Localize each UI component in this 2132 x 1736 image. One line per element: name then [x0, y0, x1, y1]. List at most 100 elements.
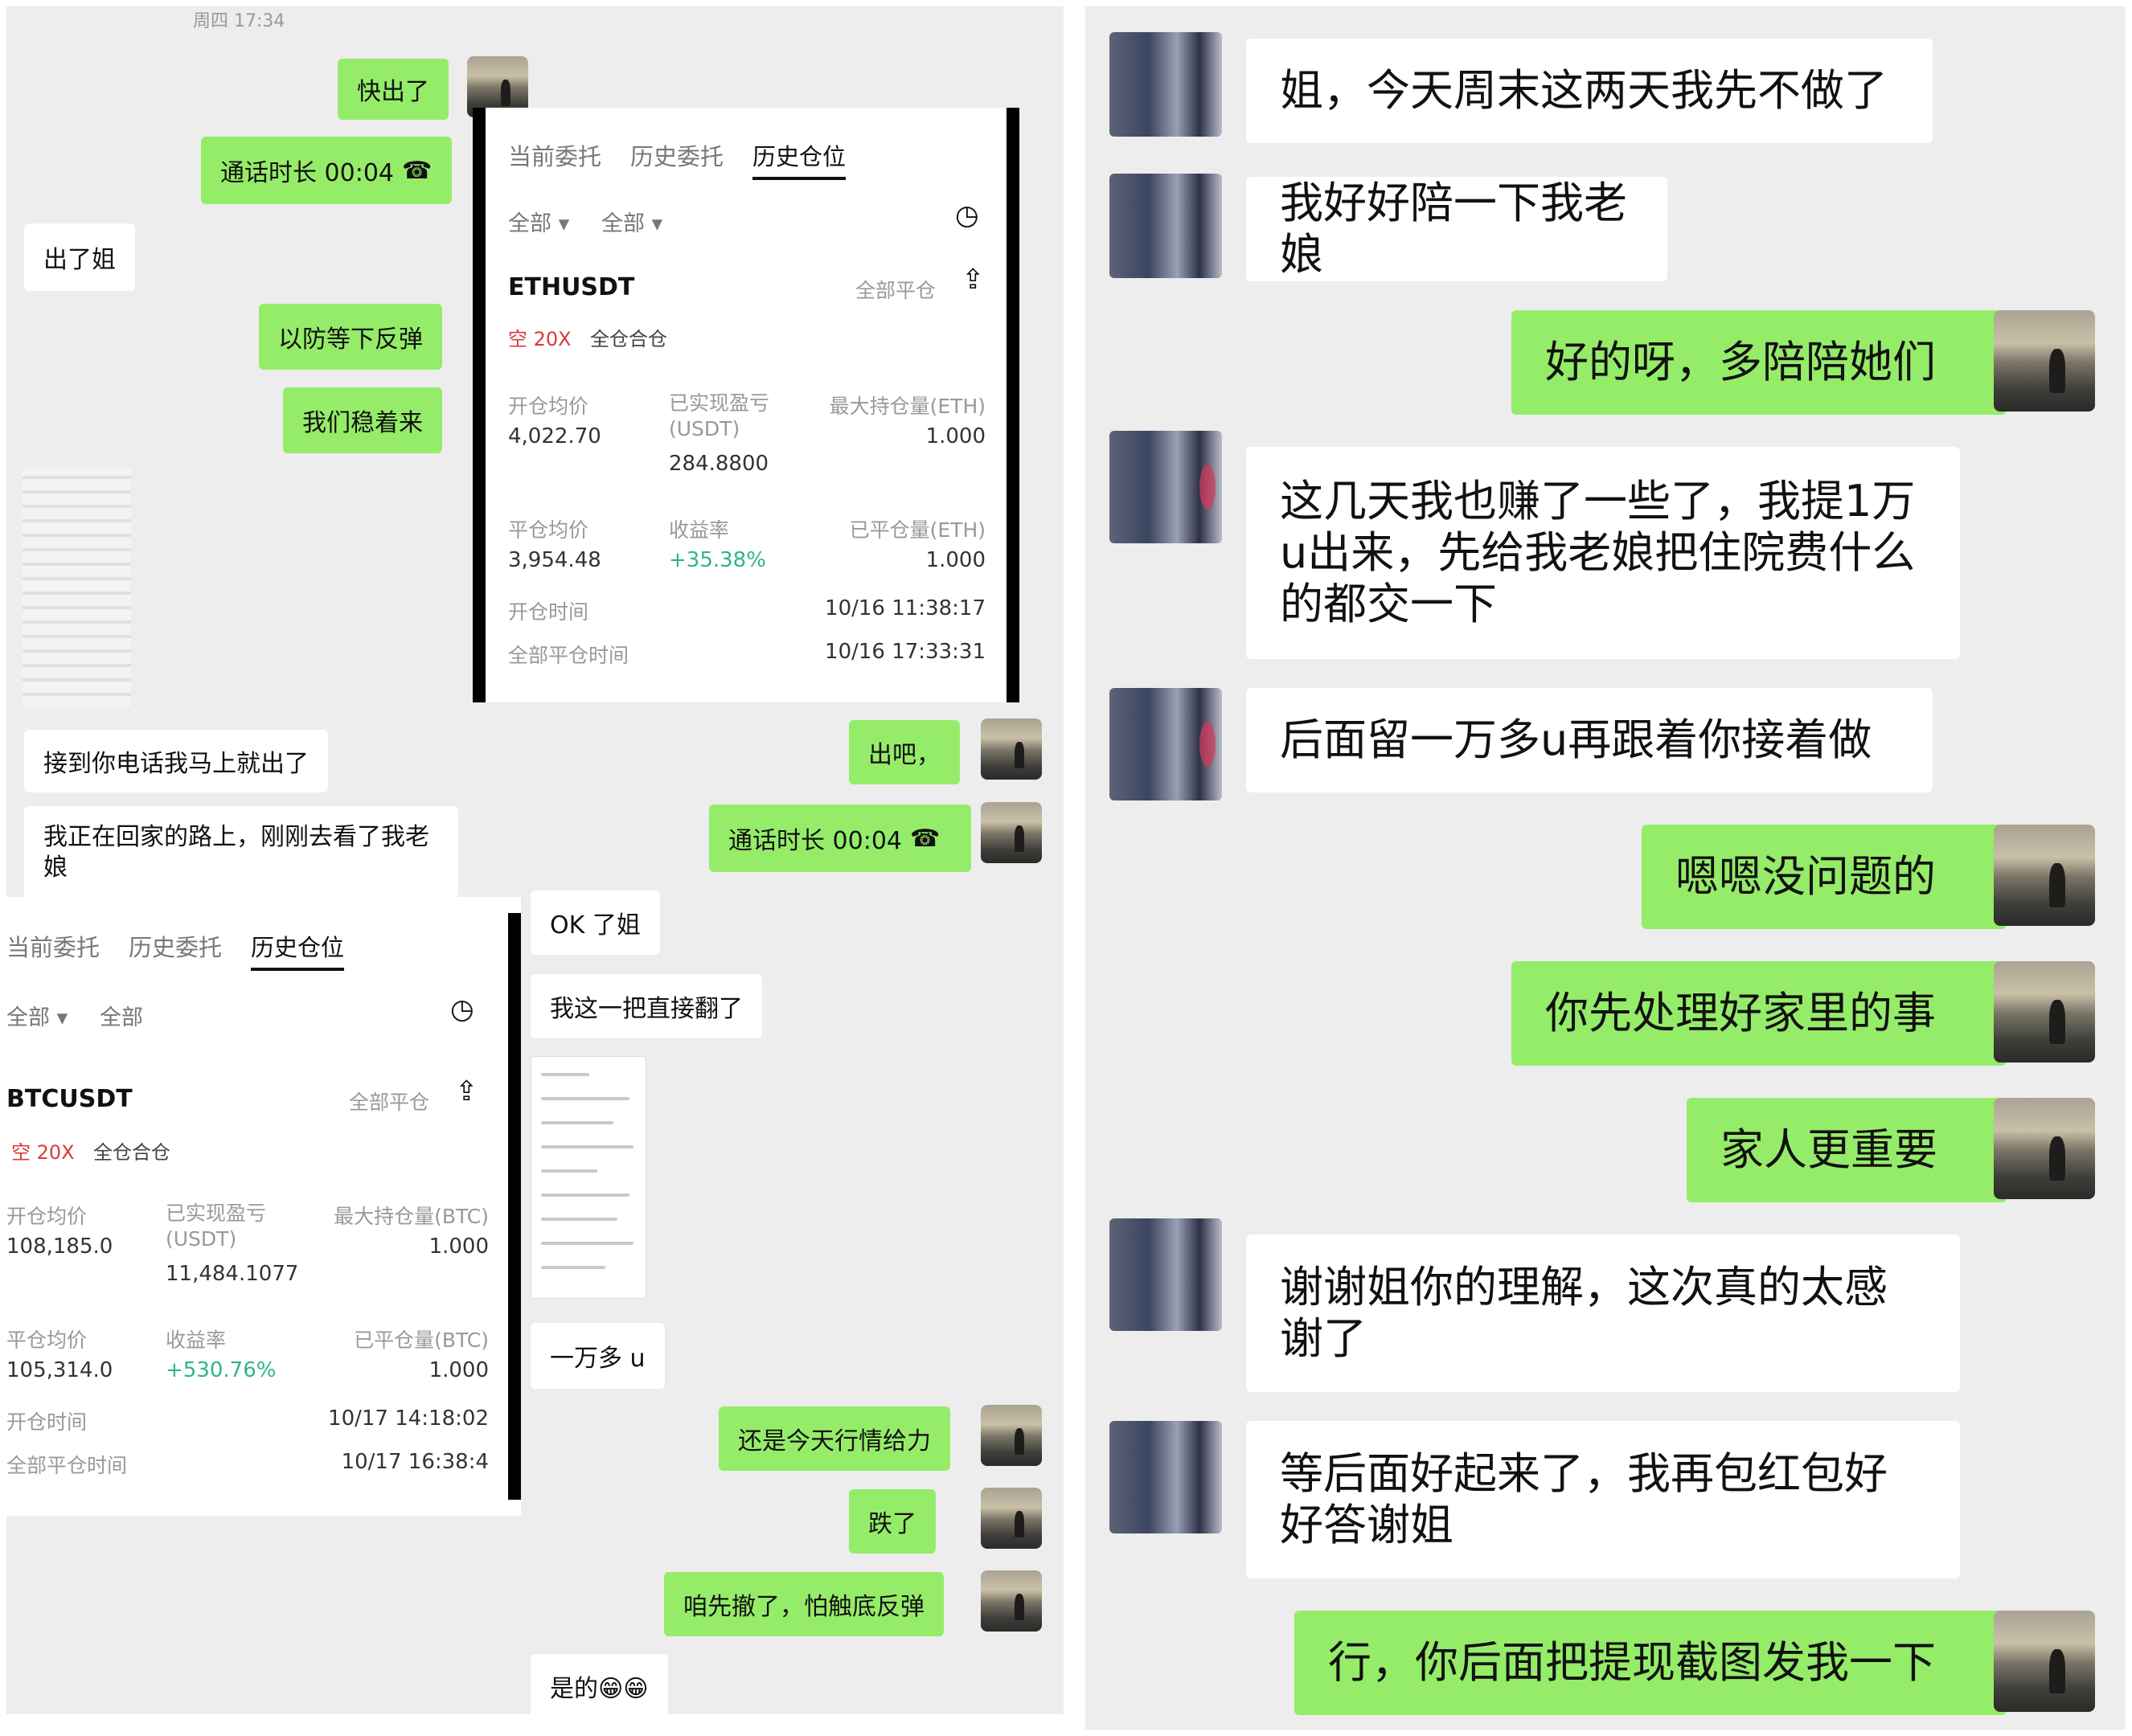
filter-dropdown[interactable]: 全部 ▾	[601, 206, 662, 237]
avatar[interactable]	[1994, 961, 2095, 1062]
card-border-right	[508, 913, 521, 1500]
blurred-image[interactable]	[23, 468, 131, 707]
blurred-avatar[interactable]	[1109, 1218, 1222, 1331]
btc-trade-history-card: 当前委托 历史委托 历史仓位 全部 ▾ 全部 ◷ BTCUSDT 全部平仓 ⇪ …	[6, 897, 521, 1516]
clock-icon[interactable]: ◷	[450, 993, 474, 1026]
message-bubble[interactable]: 嗯嗯没问题的	[1642, 825, 2007, 929]
eth-trade-history-card: 当前委托 历史委托 历史仓位 全部 ▾ 全部 ▾ ◷ ETHUSDT 全部平仓 …	[473, 108, 1019, 702]
card-border-right	[1007, 108, 1019, 702]
avatar[interactable]	[981, 719, 1042, 780]
field-label: 已实现盈亏 (USDT)	[669, 391, 770, 440]
field-label: 开仓均价	[508, 395, 589, 418]
chat-timestamp: 周四 17:34	[193, 11, 285, 31]
field-label: 最大持仓量(BTC)	[334, 1205, 489, 1228]
message-bubble[interactable]: OK 了姐	[531, 891, 660, 955]
field-label: 已平仓量(BTC)	[354, 1329, 489, 1352]
field-label: 已平仓量(ETH)	[849, 518, 986, 542]
field-value: 11,484.1077	[166, 1262, 299, 1286]
avatar[interactable]	[981, 1570, 1042, 1632]
filter-dropdown[interactable]: 全部 ▾	[6, 1000, 68, 1031]
message-bubble[interactable]: 我好好陪一下我老娘	[1246, 177, 1667, 281]
filter-dropdown[interactable]: 全部	[100, 1000, 143, 1031]
avatar[interactable]	[981, 802, 1042, 863]
field-value: 10/16 11:38:17	[825, 596, 986, 620]
message-bubble[interactable]: 这几天我也赚了一些了，我提1万u出来，先给我老娘把住院费什么的都交一下	[1246, 447, 1960, 659]
right-chat-panel: 姐，今天周末这两天我先不做了 我好好陪一下我老娘 好的呀，多陪陪她们 这几天我也…	[1085, 6, 2126, 1730]
message-bubble[interactable]: 出了姐	[24, 223, 135, 291]
message-text: 我正在回家的路上，刚刚去看了我老娘	[43, 823, 429, 882]
tab-current-orders[interactable]: 当前委托	[6, 929, 100, 963]
tab-current-orders[interactable]: 当前委托	[508, 138, 601, 172]
message-bubble[interactable]: 家人更重要	[1687, 1098, 2007, 1202]
field-label: 全部平仓时间	[6, 1454, 128, 1477]
clock-icon[interactable]: ◷	[955, 199, 979, 231]
message-text: 这几天我也赚了一些了，我提1万u出来，先给我老娘把住院费什么的都交一下	[1280, 476, 1916, 629]
message-bubble[interactable]: 姐，今天周末这两天我先不做了	[1246, 39, 1933, 143]
message-bubble[interactable]: 以防等下反弹	[259, 304, 442, 370]
message-bubble[interactable]: 出吧，	[849, 720, 960, 784]
message-bubble[interactable]: 我这一把直接翻了	[531, 974, 762, 1038]
tab-position-history[interactable]: 历史仓位	[752, 138, 846, 172]
avatar[interactable]	[1994, 1098, 2095, 1199]
avatar[interactable]	[981, 1488, 1042, 1549]
call-duration-text: 通话时长 00:04	[220, 159, 394, 187]
field-label: 平仓均价	[508, 518, 589, 542]
message-bubble[interactable]: 还是今天行情给力	[719, 1406, 950, 1471]
field-value: 1.000	[428, 1358, 489, 1382]
message-bubble[interactable]: 你先处理好家里的事	[1511, 961, 2007, 1066]
message-bubble[interactable]: 等后面好起来了，我再包红包好好答谢姐	[1246, 1421, 1960, 1578]
message-bubble[interactable]: 我正在回家的路上，刚刚去看了我老娘	[24, 806, 458, 899]
field-label: 已实现盈亏 (USDT)	[166, 1202, 267, 1251]
field-value: 105,314.0	[6, 1358, 113, 1382]
close-all-label[interactable]: 全部平仓	[855, 275, 936, 304]
blurred-avatar[interactable]	[1109, 1421, 1222, 1533]
call-duration-text: 通话时长 00:04	[728, 827, 902, 855]
message-bubble[interactable]: 接到你电话我马上就出了	[24, 730, 328, 792]
message-bubble[interactable]: 快出了	[338, 59, 449, 120]
blurred-avatar[interactable]	[1109, 32, 1222, 137]
position-mode-tag: 全仓合仓	[93, 1141, 170, 1164]
card-border-left	[473, 108, 486, 702]
message-bubble[interactable]: 是的😁😁	[531, 1654, 668, 1714]
avatar[interactable]	[981, 1405, 1042, 1466]
tab-position-history[interactable]: 历史仓位	[251, 929, 344, 963]
field-label: 开仓均价	[6, 1205, 88, 1228]
blurred-avatar[interactable]	[1109, 688, 1222, 800]
message-bubble[interactable]: 好的呀，多陪陪她们	[1511, 310, 2007, 415]
avatar[interactable]	[1994, 825, 2095, 926]
call-record-bubble[interactable]: 通话时长 00:04 ☎	[201, 137, 452, 204]
message-bubble[interactable]: 行，你后面把提现截图发我一下	[1294, 1611, 2007, 1715]
field-label: 收益率	[166, 1329, 227, 1352]
filter-dropdown[interactable]: 全部 ▾	[508, 206, 569, 237]
trade-symbol: BTCUSDT	[6, 1085, 133, 1113]
field-value: 10/16 17:33:31	[825, 640, 986, 664]
field-label: 最大持仓量(ETH)	[829, 395, 986, 418]
field-value: 3,954.48	[508, 548, 601, 572]
message-bubble[interactable]: 谢谢姐你的理解，这次真的太感谢了	[1246, 1234, 1960, 1392]
avatar[interactable]	[1994, 1611, 2095, 1712]
share-icon[interactable]: ⇪	[961, 264, 985, 296]
position-side-tag: 空 20X	[11, 1141, 75, 1164]
screenshot-thumbnail[interactable]	[531, 1056, 646, 1299]
field-value: 1.000	[428, 1234, 489, 1259]
tab-order-history[interactable]: 历史委托	[129, 929, 222, 963]
position-mode-tag: 全仓合仓	[590, 328, 667, 350]
tab-order-history[interactable]: 历史委托	[630, 138, 724, 172]
roi-value: +35.38%	[669, 548, 766, 572]
trade-symbol: ETHUSDT	[508, 273, 635, 301]
share-icon[interactable]: ⇪	[455, 1075, 478, 1108]
message-bubble[interactable]: 跌了	[849, 1489, 936, 1554]
close-all-label[interactable]: 全部平仓	[349, 1087, 429, 1116]
message-bubble[interactable]: 后面留一万多u再跟着你接着做	[1246, 688, 1933, 792]
left-chat-panel: 周四 17:34 快出了 通话时长 00:04 ☎ 出了姐 以防等下反弹 我们稳…	[6, 6, 1064, 1714]
blurred-avatar[interactable]	[1109, 431, 1222, 543]
message-bubble[interactable]: 我们稳着来	[283, 387, 442, 453]
avatar[interactable]	[1994, 310, 2095, 411]
field-value: 4,022.70	[508, 424, 601, 448]
message-bubble[interactable]: 咱先撤了，怕触底反弹	[664, 1572, 944, 1636]
field-value: 1.000	[925, 424, 986, 448]
blurred-avatar[interactable]	[1109, 174, 1222, 278]
message-bubble[interactable]: 一万多 u	[531, 1323, 665, 1389]
call-record-bubble[interactable]: 通话时长 00:04 ☎	[709, 805, 971, 872]
field-value: 10/17 14:18:02	[328, 1406, 489, 1431]
